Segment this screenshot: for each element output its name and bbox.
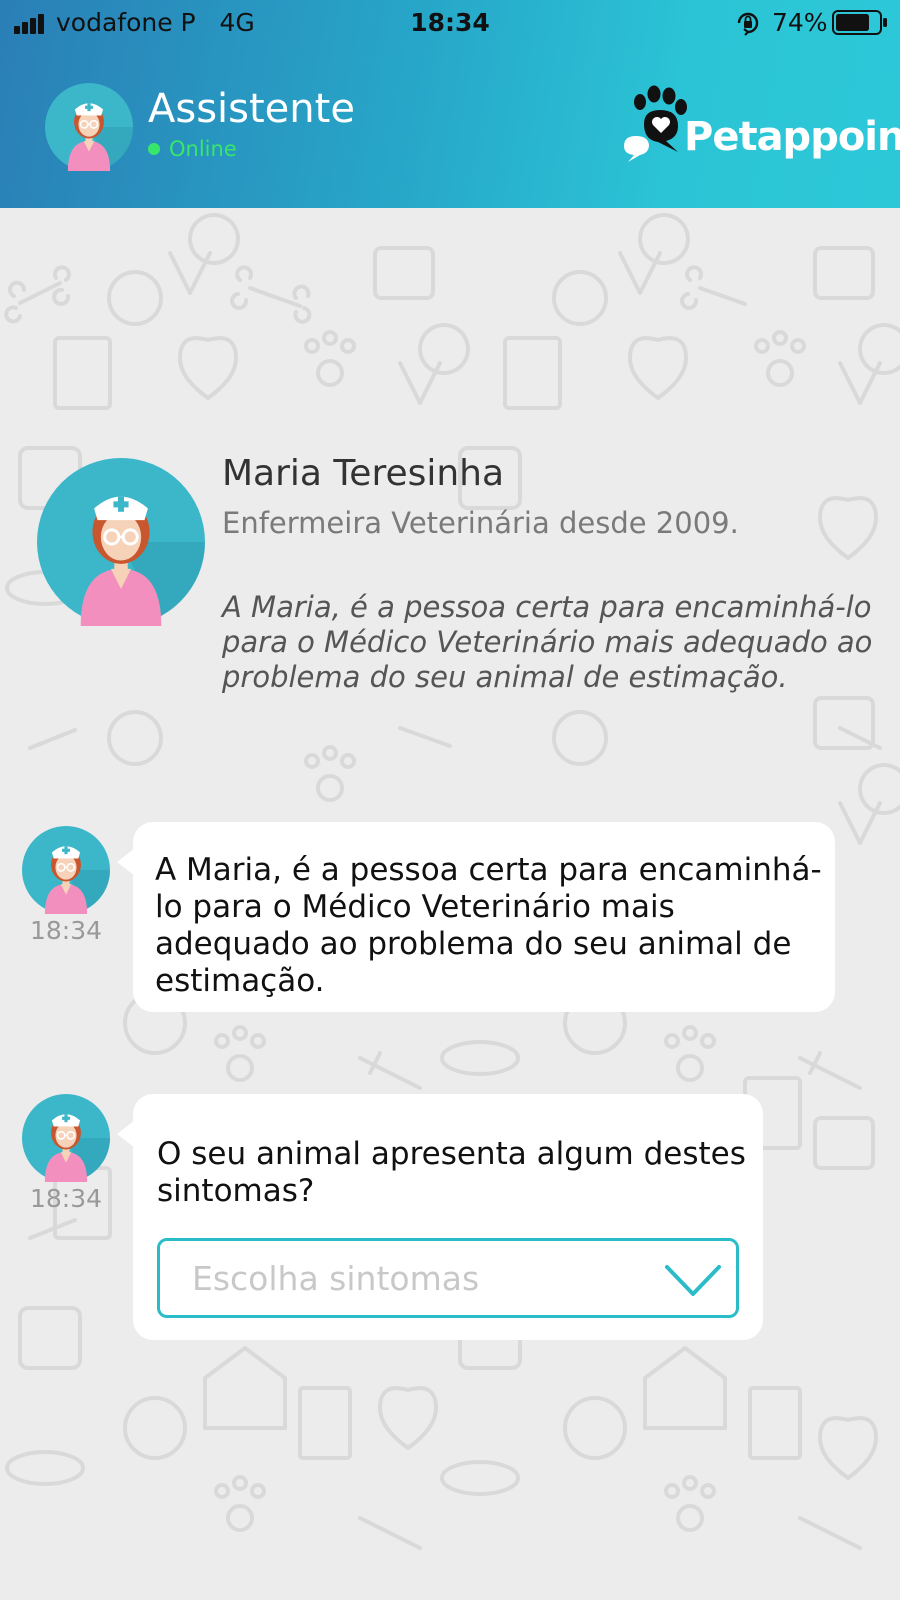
chat-area: Maria Teresinha Enfermeira Veterinária d… [0, 208, 900, 1600]
message-text: A Maria, é a pessoa certa para encaminhá… [155, 852, 822, 999]
message-avatar [22, 826, 110, 914]
assistant-name: Assistente [148, 86, 355, 132]
rotation-lock-icon [737, 12, 759, 36]
battery-percentage: 74% [772, 8, 828, 37]
online-status: Online [148, 137, 237, 161]
message-avatar [22, 1094, 110, 1182]
battery-icon [832, 10, 887, 35]
status-bar: vodafone P 4G 18:34 74% [0, 0, 900, 46]
profile-avatar [37, 458, 205, 626]
message-time: 18:34 [29, 916, 103, 945]
status-time: 18:34 [410, 8, 490, 37]
symptoms-select-placeholder: Escolha sintomas [192, 1259, 480, 1298]
message-time: 18:34 [29, 1184, 103, 1213]
symptoms-select[interactable]: Escolha sintomas [157, 1238, 739, 1318]
chevron-down-icon[interactable] [664, 1263, 722, 1299]
online-label: Online [169, 137, 237, 161]
app-header: vodafone P 4G 18:34 74% Assistente Onlin… [0, 0, 900, 208]
message-bubble: A Maria, é a pessoa certa para encaminhá… [117, 822, 835, 1012]
online-dot-icon [148, 143, 160, 155]
profile-role: Enfermeira Veterinária desde 2009. [222, 506, 739, 540]
message-text: O seu animal apresenta algum destes sint… [157, 1136, 746, 1209]
profile-description: A Maria, é a pessoa certa para encaminhá… [222, 590, 873, 694]
brand-name: Petappoint [684, 114, 900, 160]
assistant-avatar[interactable] [45, 83, 133, 171]
message-bubble: O seu animal apresenta algum destes sint… [117, 1094, 763, 1340]
profile-name: Maria Teresinha [222, 453, 505, 494]
